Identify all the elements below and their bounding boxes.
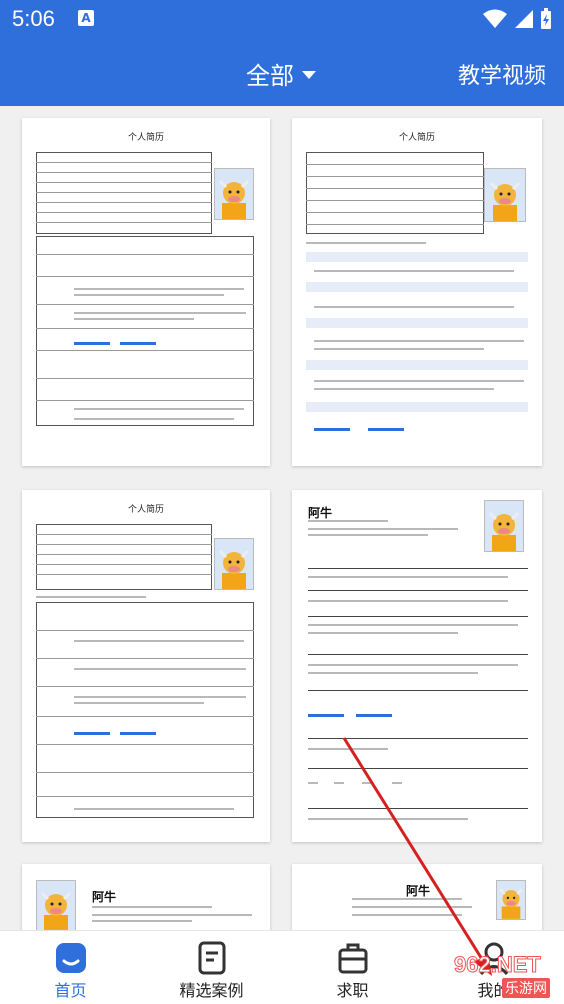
watermark-logo: 962.NET 乐游网 bbox=[428, 950, 558, 1000]
home-icon bbox=[55, 943, 86, 973]
battery-icon bbox=[541, 8, 551, 29]
resume-template-card[interactable]: 阿牛 bbox=[22, 864, 270, 930]
content-table bbox=[36, 236, 254, 426]
avatar bbox=[214, 168, 254, 220]
category-title: 全部 bbox=[246, 62, 294, 90]
tab-featured-cases[interactable]: 精选案例 bbox=[141, 931, 282, 1004]
avatar bbox=[484, 168, 526, 222]
resume-template-card[interactable]: 阿牛 bbox=[292, 490, 542, 842]
watermark-text: 962.NET bbox=[454, 952, 542, 978]
notification-icon: A bbox=[78, 10, 94, 26]
resume-template-card[interactable]: 个人简历 bbox=[22, 490, 270, 842]
resume-name: 阿牛 bbox=[92, 890, 117, 904]
template-grid: 个人简历 个人简历 个人简历 阿牛 阿牛 阿牛 bbox=[0, 106, 564, 930]
cow-avatar-icon bbox=[488, 511, 520, 551]
cow-avatar-icon bbox=[218, 549, 250, 589]
tab-home[interactable]: 首页 bbox=[0, 931, 141, 1004]
cow-avatar-icon bbox=[218, 179, 250, 219]
resume-template-card[interactable]: 个人简历 bbox=[22, 118, 270, 466]
cow-avatar-icon bbox=[489, 181, 521, 221]
app-bar: 全部 教学视频 bbox=[0, 38, 564, 106]
tab-label: 精选案例 bbox=[179, 981, 244, 1000]
card-title: 个人简历 bbox=[127, 505, 164, 515]
resume-name: 阿牛 bbox=[308, 506, 333, 520]
resume-template-card[interactable]: 阿牛 bbox=[292, 864, 542, 930]
cow-avatar-icon bbox=[499, 888, 523, 919]
status-bar: 5:06 A bbox=[0, 0, 564, 38]
category-dropdown[interactable]: 全部 bbox=[246, 56, 316, 91]
avatar bbox=[496, 880, 526, 920]
resume-name: 阿牛 bbox=[406, 884, 431, 898]
avatar bbox=[484, 500, 524, 552]
avatar bbox=[36, 880, 76, 930]
card-title: 个人简历 bbox=[127, 133, 164, 143]
tab-jobs[interactable]: 求职 bbox=[282, 931, 423, 1004]
document-icon bbox=[198, 941, 225, 975]
signal-icon bbox=[515, 10, 533, 28]
resume-template-card[interactable]: 个人简历 bbox=[292, 118, 542, 466]
content-table bbox=[36, 602, 254, 818]
briefcase-icon bbox=[338, 943, 367, 974]
tutorial-video-link[interactable]: 教学视频 bbox=[458, 58, 546, 90]
card-title: 个人简历 bbox=[398, 133, 435, 143]
cow-avatar-icon bbox=[40, 891, 72, 930]
chevron-down-icon bbox=[302, 70, 316, 79]
tab-label: 首页 bbox=[54, 981, 87, 1000]
avatar bbox=[214, 538, 254, 590]
wifi-icon bbox=[483, 9, 507, 28]
status-time: 5:06 bbox=[12, 6, 55, 31]
watermark-subtext: 乐游网 bbox=[502, 978, 550, 998]
status-icons bbox=[482, 8, 552, 30]
tab-label: 求职 bbox=[336, 981, 369, 1000]
